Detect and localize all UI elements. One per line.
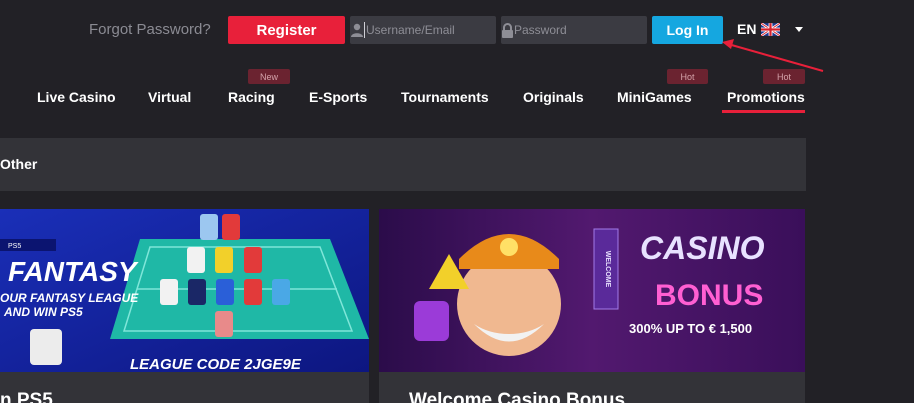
promo-card-welcome-casino-bonus[interactable]: WELCOME CASINO BONUS 300% UP TO € 1,500 … [379, 209, 805, 403]
nav-item-live-casino[interactable]: Live Casino [37, 89, 116, 105]
login-button[interactable]: Log In [652, 16, 723, 44]
hot-badge: Hot [667, 69, 708, 84]
nav-item-promotions[interactable]: Promotions [727, 89, 805, 105]
league-code: LEAGUE CODE 2JGE9E [130, 356, 302, 372]
promo-card-fantasy[interactable]: PS5 FANTASY OUR FANTASY LEAGUE AND WIN P… [0, 209, 369, 403]
banner-headline: FANTASY [8, 256, 139, 287]
promo-title[interactable]: n PS5 [0, 390, 53, 403]
fantasy-banner-image: PS5 FANTASY OUR FANTASY LEAGUE AND WIN P… [0, 209, 369, 372]
new-badge: New [248, 69, 290, 84]
hot-badge: Hot [763, 69, 805, 84]
password-input[interactable] [514, 16, 669, 44]
top-bar: Forgot Password? Register Log In EN [0, 0, 914, 72]
nav-item-racing[interactable]: Racing [228, 89, 275, 105]
nav-item-minigames[interactable]: MiniGames [617, 89, 692, 105]
banner-headline: BONUS [655, 279, 763, 312]
password-field[interactable] [501, 16, 669, 44]
casino-bonus-banner-image: WELCOME CASINO BONUS 300% UP TO € 1,500 [379, 209, 805, 372]
section-title[interactable]: Other [0, 156, 37, 172]
category-panel: Other [0, 138, 806, 191]
banner-line: AND WIN PS5 [3, 305, 83, 319]
promo-title[interactable]: Welcome Casino Bonus [409, 390, 625, 403]
nav-item-originals[interactable]: Originals [523, 89, 584, 105]
active-tab-indicator [722, 110, 805, 113]
user-icon [350, 16, 364, 44]
main-nav: Live Casino Virtual New Racing E-Sports … [0, 62, 914, 132]
banner-subline: 300% UP TO € 1,500 [629, 321, 752, 336]
welcome-vertical-text: WELCOME [604, 251, 611, 288]
banner-line: OUR FANTASY LEAGUE [0, 291, 139, 305]
forgot-password-link[interactable]: Forgot Password? [89, 21, 211, 38]
username-input[interactable] [364, 22, 521, 38]
banner-headline: CASINO [640, 230, 765, 266]
nav-item-esports[interactable]: E-Sports [309, 89, 367, 105]
username-field[interactable] [350, 16, 521, 44]
lock-icon [501, 16, 514, 44]
nav-item-virtual[interactable]: Virtual [148, 89, 191, 105]
register-button[interactable]: Register [228, 16, 345, 44]
ps5-logo: PS5 [8, 243, 21, 250]
nav-item-tournaments[interactable]: Tournaments [401, 89, 489, 105]
